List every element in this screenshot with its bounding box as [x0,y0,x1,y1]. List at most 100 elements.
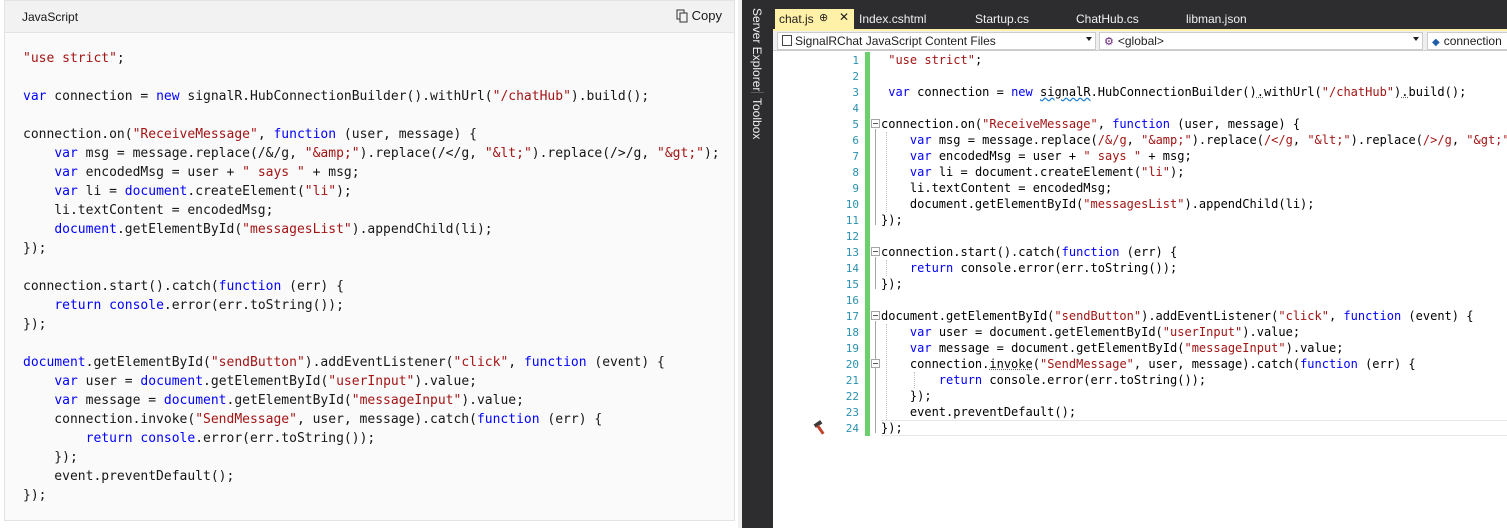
code-token: (err) { [1357,357,1416,371]
navigation-bar: SignalRChat JavaScript Content Files ⚙ <g… [773,31,1507,51]
copy-button-label: Copy [691,8,722,23]
code-token: (err) { [281,279,344,294]
line-number: 8 [852,166,859,179]
collapse-icon[interactable] [871,247,880,256]
code-line: document.getElementById("sendButton").ad… [23,353,720,372]
code-token: ).replace( [1350,133,1423,147]
tab-startup-cs[interactable]: Startup.cs [975,9,1029,29]
code-token: " says " [242,165,305,180]
code-token: ( [1032,357,1040,371]
code-token: ; [974,53,983,67]
code-token: msg = message.replace(/&/g, [77,146,305,161]
code-line: event.preventDefault(); [881,404,1507,420]
code-token: signalR [1040,85,1091,99]
chevron-down-icon [1413,37,1419,41]
code-token: "click" [1278,309,1329,323]
code-line: connection.invoke("SendMessage", user, m… [23,410,720,429]
code-line: return console.error(err.toString()); [881,260,1507,276]
code-line: var message = document.getElementById("m… [23,391,720,410]
code-token: .HubConnectionBuilder() [1090,85,1257,99]
quick-actions-icon[interactable] [812,420,828,440]
code-line: var user = document.getElementById("user… [881,324,1507,340]
code-token: "&amp;" [304,146,360,161]
line-number: 23 [845,406,859,419]
code-token: ); [1170,165,1185,179]
line-number: 14 [845,262,859,275]
code-token: , [1451,133,1467,147]
collapse-icon[interactable] [871,359,880,368]
code-line: }); [23,486,720,505]
line-number: 4 [852,102,859,115]
code-token: var [909,341,932,355]
code-token: var [54,146,78,161]
scope-dropdown[interactable]: ⚙ <global> [1099,32,1423,50]
line-number: 19 [845,342,859,355]
code-token: }); [23,450,78,465]
code-token: , [508,355,524,370]
tab-chat-js[interactable]: chat.js ⊕ ✕ [775,9,854,29]
member-dropdown[interactable]: ◆ connection [1427,32,1507,50]
code-token: , [1097,117,1113,131]
line-number: 22 [845,390,859,403]
code-token: signalR.HubConnectionBuilder().withUrl( [179,89,493,104]
code-line: return console.error(err.toString()); [23,429,720,448]
code-token: (user, message) { [336,127,477,142]
code-token: invoke [989,357,1033,371]
code-token: "messagesList" [242,222,352,237]
code-token: ).replace( [1191,133,1264,147]
code-token: connection.start().catch( [23,279,219,294]
close-icon[interactable]: ✕ [839,10,849,24]
code-token: , user, message).catch( [1133,357,1301,371]
code-token: encodedMsg = user + [77,165,243,180]
code-token: (event) { [1401,309,1474,323]
vs-editor: chat.js ⊕ ✕ Index.cshtml Startup.cs Chat… [773,0,1507,528]
tab-index-cshtml[interactable]: Index.cshtml [859,9,926,29]
code-token: function [1112,117,1170,131]
code-token: "/chatHub" [1321,85,1395,99]
collapse-icon[interactable] [871,311,880,320]
line-number: 9 [852,182,859,195]
code-token: console [140,431,196,446]
code-token: var [909,165,932,179]
code-token: function [1061,245,1120,259]
code-token: + msg; [1141,149,1192,163]
server-explorer-tab[interactable]: Server Explorer [750,8,764,91]
code-token: /&/g [1097,133,1127,147]
tab-libman-json[interactable]: libman.json [1186,9,1247,29]
editor-code-text[interactable]: "use strict"; var connection = new signa… [881,52,1507,436]
copy-button[interactable]: Copy [676,8,722,23]
code-token: "&gt;" [657,146,704,161]
code-token: document [163,393,227,408]
code-token: return [938,373,983,387]
code-token: new [156,89,180,104]
code-line: }); [23,315,720,334]
code-token: li.textContent = encodedMsg; [881,181,1113,195]
code-token: "SendMessage" [195,412,297,427]
code-token: var [888,85,910,99]
code-token: "&gt;" [1466,133,1507,147]
code-token: .error(err.toString()); [195,431,376,446]
code-token: new [1011,85,1033,99]
code-token: "/chatHub" [492,89,571,104]
code-line: li.textContent = encodedMsg; [23,201,720,220]
pin-icon[interactable]: ⊕ [819,11,828,24]
code-token: }); [881,389,932,403]
toolstrip-separator [751,92,764,93]
line-number: 16 [845,294,859,307]
collapse-icon[interactable] [871,119,880,128]
code-token: return [909,261,954,275]
project-dropdown[interactable]: SignalRChat JavaScript Content Files [777,32,1096,50]
code-line: document.getElementById("sendButton").ad… [881,308,1507,324]
code-line: var connection = new signalR.HubConnecti… [23,87,720,106]
toolbox-tab[interactable]: Toolbox [750,98,764,139]
line-number: 15 [845,278,859,291]
code-token: }); [881,421,903,435]
tab-chathub-cs[interactable]: ChatHub.cs [1076,9,1139,29]
